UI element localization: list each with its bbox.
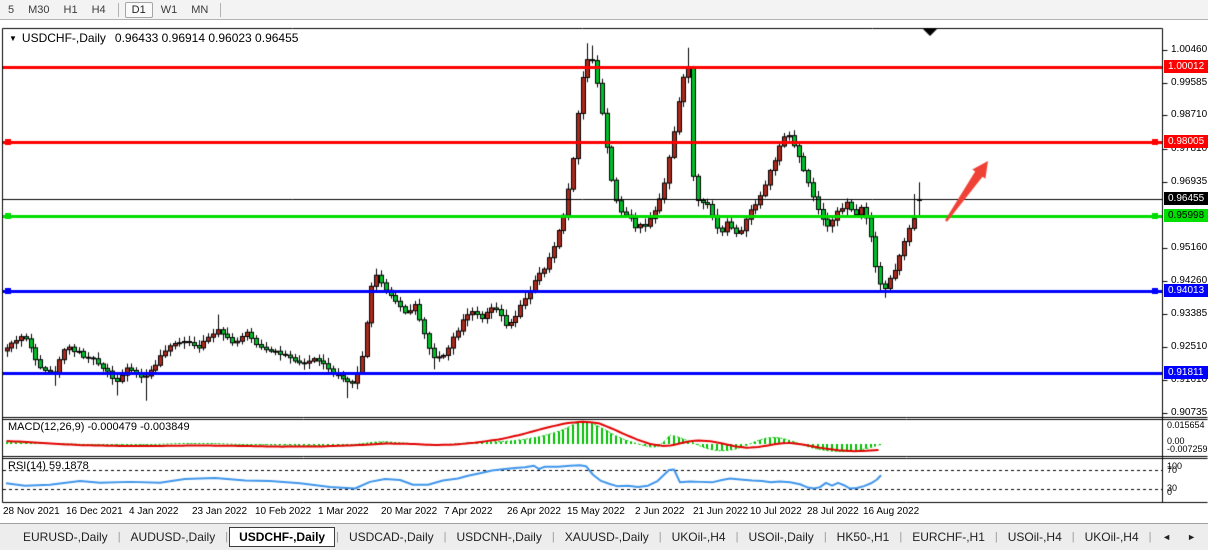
date-label: 20 Mar 2022: [381, 506, 437, 517]
tab-separator: |: [444, 531, 447, 543]
date-label: 16 Dec 2021: [66, 506, 123, 517]
tab-separator: |: [995, 531, 998, 543]
date-label: 16 Aug 2022: [863, 506, 919, 517]
date-label: 10 Feb 2022: [255, 506, 311, 517]
date-label: 23 Jan 2022: [192, 506, 247, 517]
timeframe-button-h4[interactable]: H4: [86, 3, 112, 17]
tab-separator: |: [824, 531, 827, 543]
timeframe-button-m30[interactable]: M30: [22, 3, 55, 17]
macd-axis-label: 0.015654: [1167, 420, 1205, 430]
date-label: 7 Apr 2022: [444, 506, 492, 517]
symbol-tab-bar: EURUSD-,Daily|AUDUSD-,Daily|USDCHF-,Dail…: [0, 523, 1208, 550]
tab-scroll-arrows: ◄►: [1162, 532, 1196, 542]
date-label: 15 May 2022: [567, 506, 625, 517]
macd-indicator-label: MACD(12,26,9) -0.000479 -0.003849: [8, 421, 190, 433]
date-label: 10 Jul 2022: [750, 506, 802, 517]
price-line-badge: 0.91811: [1164, 366, 1208, 379]
tab-audusd-daily[interactable]: AUDUSD-,Daily: [122, 527, 225, 547]
timeframe-button-mn[interactable]: MN: [185, 3, 214, 17]
timeframe-button-w1[interactable]: W1: [155, 3, 184, 17]
date-label: 28 Nov 2021: [3, 506, 60, 517]
tab-separator: |: [1149, 531, 1152, 543]
price-tick-label: 0.98710: [1171, 109, 1207, 120]
rsi-axis-label: 70: [1167, 465, 1177, 475]
toolbar-separator: [118, 3, 119, 17]
price-line-badge: 0.95998: [1164, 209, 1208, 222]
tab-usoil-h4[interactable]: USOil-,H4: [999, 527, 1071, 547]
price-tick-label: 1.00460: [1171, 44, 1207, 55]
price-line-badge: 1.00012: [1164, 60, 1208, 73]
date-label: 21 Jun 2022: [693, 506, 748, 517]
chart-ohlc-values: 0.96433 0.96914 0.96023 0.96455: [115, 31, 299, 45]
tab-usdcnh-daily[interactable]: USDCNH-,Daily: [448, 527, 551, 547]
timeframe-button-d1[interactable]: D1: [125, 2, 153, 18]
tab-separator: |: [659, 531, 662, 543]
timeframe-button-h1[interactable]: H1: [58, 3, 84, 17]
tab-ukoil-h4[interactable]: UKOil-,H4: [1076, 527, 1148, 547]
price-line-badge: 0.98005: [1164, 135, 1208, 148]
rsi-indicator-label: RSI(14) 59.1878: [8, 460, 89, 472]
tab-scroll-left-icon[interactable]: ◄: [1162, 532, 1171, 542]
toolbar-separator: [220, 3, 221, 17]
price-line-badge: 0.96455: [1164, 192, 1208, 205]
tab-xauusd-daily[interactable]: XAUUSD-,Daily: [556, 527, 658, 547]
tab-separator: |: [118, 531, 121, 543]
date-label: 2 Jun 2022: [635, 506, 685, 517]
tab-eurusd-daily[interactable]: EURUSD-,Daily: [14, 527, 117, 547]
tab-hk50-h1[interactable]: HK50-,H1: [828, 527, 899, 547]
tab-separator: |: [552, 531, 555, 543]
price-tick-label: 0.96935: [1171, 176, 1207, 187]
price-tick-label: 0.90735: [1171, 407, 1207, 418]
date-label: 28 Jul 2022: [807, 506, 859, 517]
price-tick-label: 0.92510: [1171, 341, 1207, 352]
tab-usdcad-daily[interactable]: USDCAD-,Daily: [340, 527, 443, 547]
date-label: 1 Mar 2022: [318, 506, 369, 517]
price-tick-label: 0.95160: [1171, 242, 1207, 253]
price-tick-label: 0.93385: [1171, 308, 1207, 319]
chart-symbol-label: USDCHF-,Daily: [22, 31, 106, 45]
timeframe-button-5[interactable]: 5: [2, 3, 20, 17]
price-line-badge: 0.94013: [1164, 284, 1208, 297]
tab-separator: |: [899, 531, 902, 543]
date-label: 26 Apr 2022: [507, 506, 561, 517]
tab-separator: |: [736, 531, 739, 543]
tab-usoil-daily[interactable]: USOil-,Daily: [739, 527, 822, 547]
price-chart-canvas[interactable]: [0, 0, 1208, 550]
tab-scroll-right-icon[interactable]: ►: [1187, 532, 1196, 542]
macd-axis-label: -0.0072595: [1167, 444, 1208, 454]
chart-title: ▼ USDCHF-,Daily 0.96433 0.96914 0.96023 0.…: [9, 31, 298, 45]
tab-separator: |: [336, 531, 339, 543]
timeframe-toolbar: 5M30H1H4 D1W1MN: [0, 0, 1208, 20]
rsi-axis-label: 0: [1167, 487, 1172, 497]
price-tick-label: 0.99585: [1171, 77, 1207, 88]
chart-dropdown-icon[interactable]: ▼: [9, 34, 17, 43]
tab-eurchf-h1[interactable]: EURCHF-,H1: [903, 527, 994, 547]
tab-separator: |: [225, 531, 228, 543]
date-label: 4 Jan 2022: [129, 506, 179, 517]
tab-separator: |: [1072, 531, 1075, 543]
tab-usdchf-daily[interactable]: USDCHF-,Daily: [229, 527, 335, 547]
tab-ukoil-h4[interactable]: UKOil-,H4: [663, 527, 735, 547]
